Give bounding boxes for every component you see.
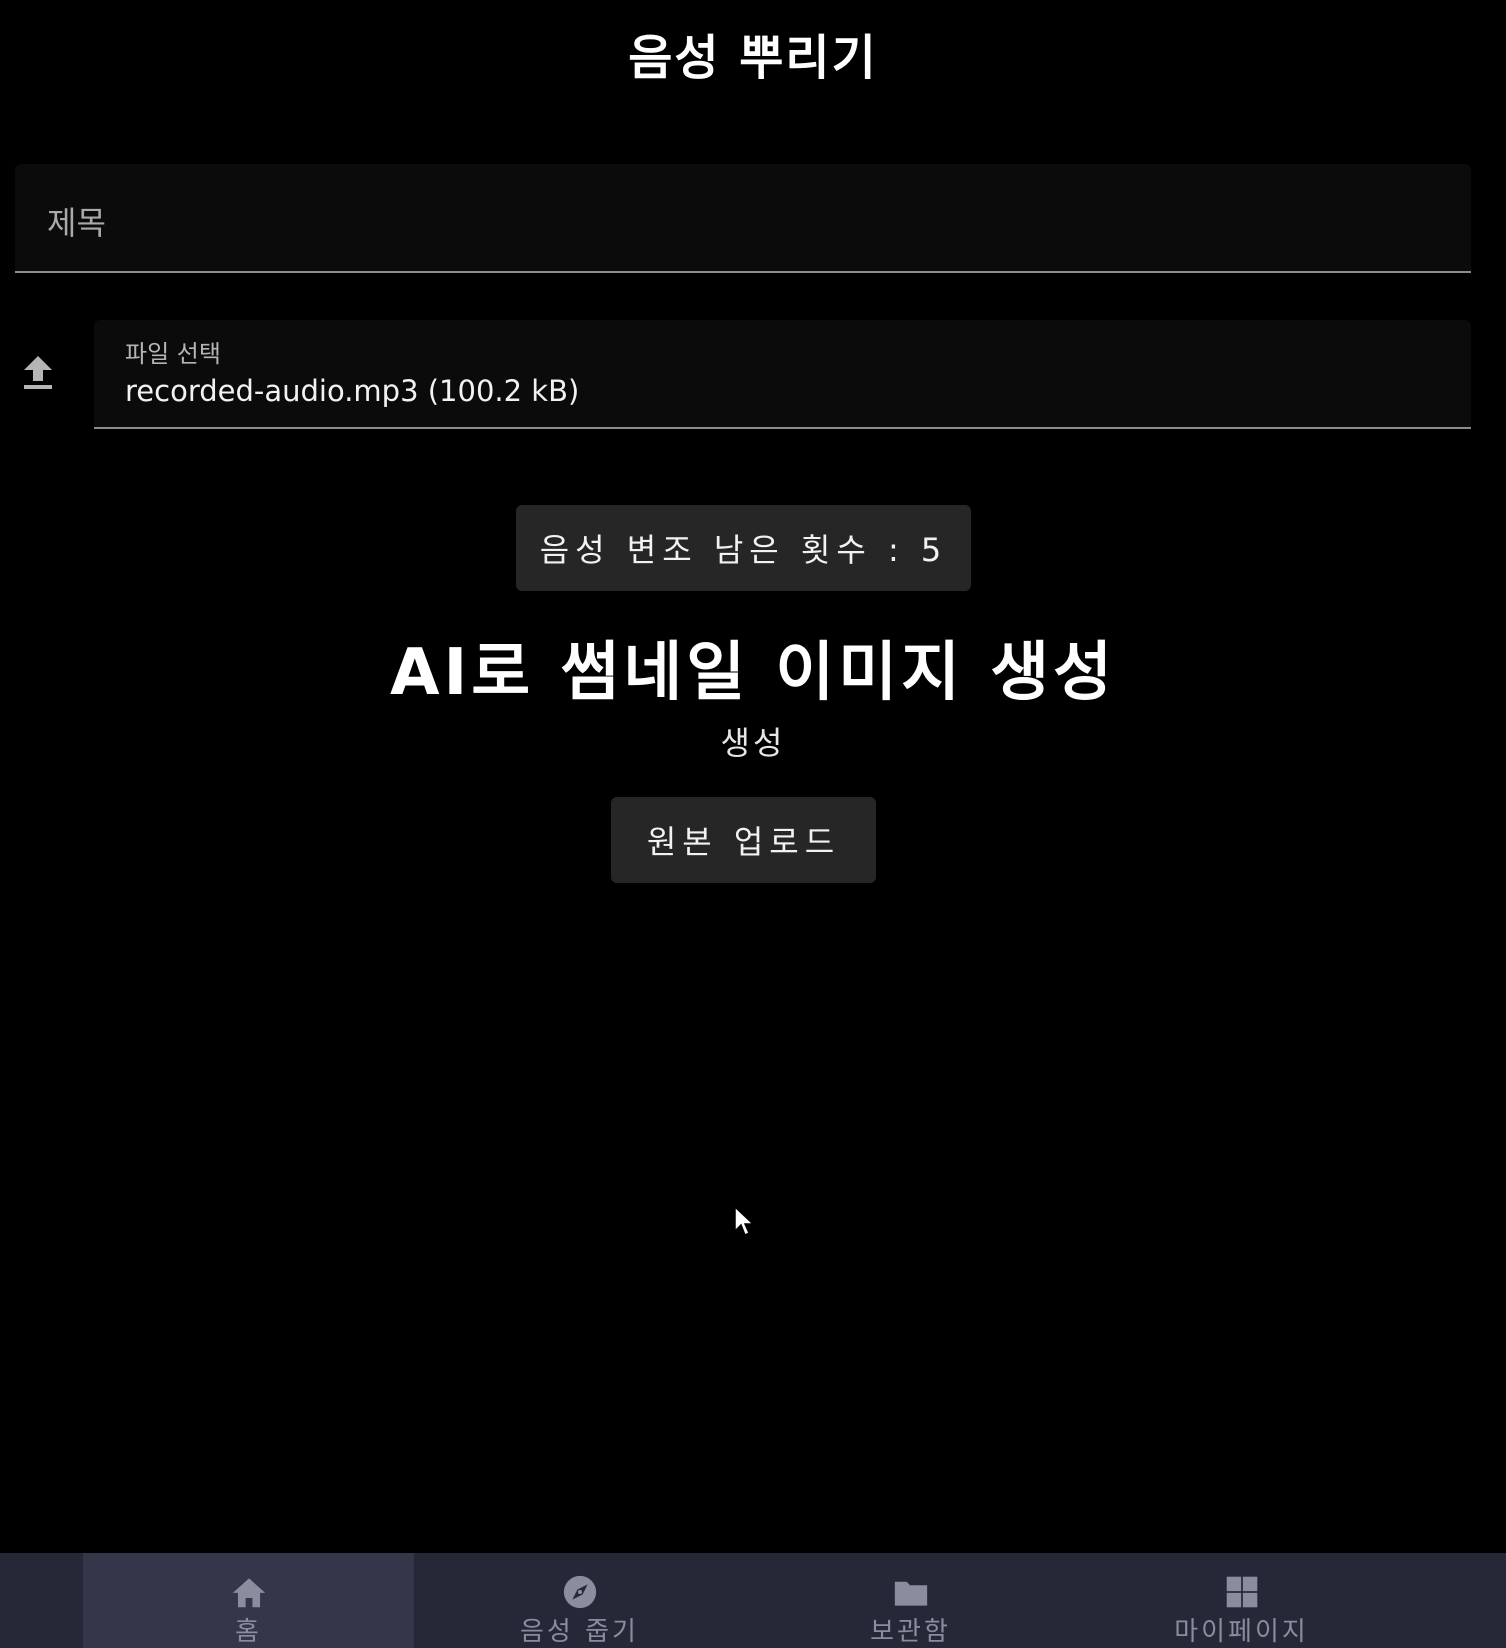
nav-label-mypage: 마이페이지	[1174, 1617, 1309, 1647]
selected-file-name: recorded-audio.mp3 (100.2 kB)	[125, 374, 580, 408]
mouse-cursor-icon	[734, 1206, 754, 1237]
file-select-field[interactable]: 파일 선택 recorded-audio.mp3 (100.2 kB)	[94, 320, 1471, 429]
folder-icon	[894, 1581, 927, 1606]
home-icon	[232, 1578, 265, 1608]
bottom-navigation: 홈 음성 줍기 보관함 마이페이지	[0, 1553, 1506, 1648]
voice-change-remaining-badge[interactable]: 음성 변조 남은 횟수 : 5	[516, 505, 971, 591]
page-title: 음성 뿌리기	[628, 30, 878, 86]
upload-icon[interactable]	[22, 354, 54, 392]
ai-thumbnail-heading: AI로 썸네일 이미지 생성	[389, 636, 1117, 710]
title-placeholder: 제목	[47, 204, 106, 242]
nav-item-voice-pickup[interactable]: 음성 줍기	[414, 1553, 745, 1648]
file-select-label: 파일 선택	[125, 340, 221, 368]
compass-icon	[563, 1575, 596, 1609]
nav-label-storage: 보관함	[870, 1617, 951, 1647]
nav-item-mypage[interactable]: 마이페이지	[1076, 1553, 1407, 1648]
original-upload-button[interactable]: 원본 업로드	[611, 797, 876, 883]
generate-link[interactable]: 생성	[0, 718, 1506, 764]
nav-item-storage[interactable]: 보관함	[745, 1553, 1076, 1648]
nav-label-voice-pickup: 음성 줍기	[520, 1617, 639, 1647]
nav-item-home[interactable]: 홈	[83, 1553, 414, 1648]
nav-label-home: 홈	[235, 1617, 262, 1647]
title-input[interactable]: 제목	[15, 164, 1471, 273]
grid-icon	[1226, 1576, 1257, 1608]
